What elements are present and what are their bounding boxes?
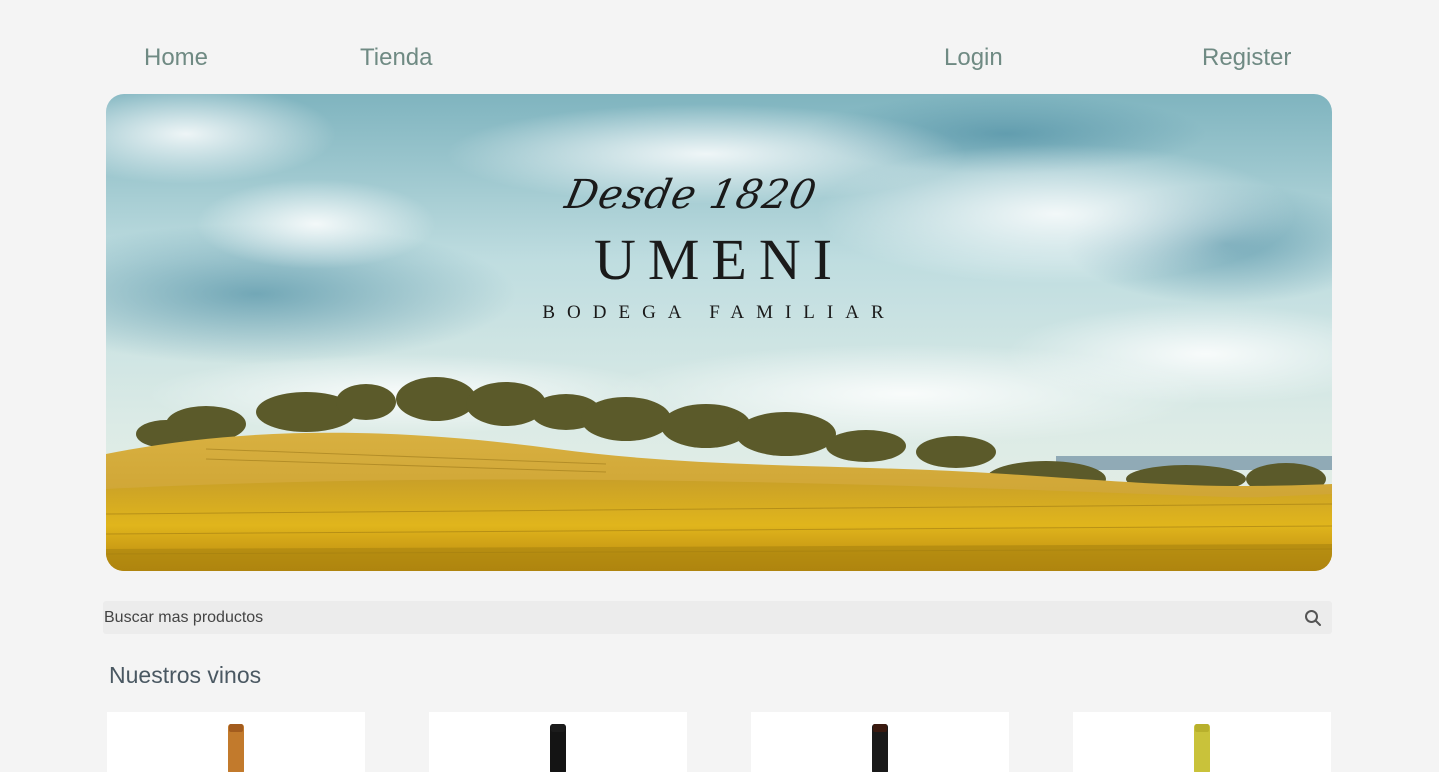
wine-bottle-image [550,724,566,772]
wine-bottle-image [1194,724,1210,772]
products-section-title: Nuestros vinos [109,662,262,688]
product-card[interactable] [107,712,365,772]
wine-bottle-image [228,724,244,772]
wine-bottle-image [872,724,888,772]
search-input[interactable] [103,601,1284,634]
search-icon[interactable] [1304,609,1322,627]
product-card[interactable] [429,712,687,772]
nav-login-link[interactable]: Login [944,40,1003,76]
product-search-bar [103,601,1332,634]
nav-home-link[interactable]: Home [144,40,208,76]
product-card[interactable] [751,712,1009,772]
brand-subtitle: BODEGA FAMILIAR [542,302,896,323]
brand-tagline-script: Desde 1820 [561,172,821,218]
product-card[interactable] [1073,712,1331,772]
nav-tienda-link[interactable]: Tienda [360,40,433,76]
nav-register-link[interactable]: Register [1202,40,1291,76]
brand-logo-name: UMENI [593,227,845,292]
hero-banner: Desde 1820 UMENI BODEGA FAMILIAR [106,94,1332,571]
vineyard-landscape-image [106,94,1332,571]
top-nav: Home Tienda Login Register [0,40,1439,80]
